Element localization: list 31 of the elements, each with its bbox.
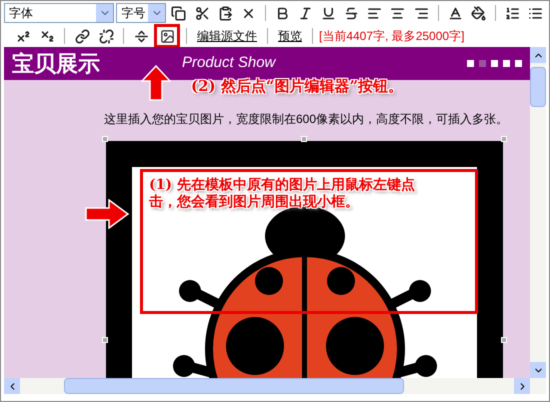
annotation-text: (1) 先在模板中原有的图片上用鼠标左键点击，您会看到图片周围出现小框。 xyxy=(149,177,416,211)
vertical-scrollbar[interactable] xyxy=(530,47,546,378)
banner-title: 宝贝展示 xyxy=(12,50,101,78)
character-counter: [当前4407字, 最多25000字] xyxy=(319,28,464,45)
scroll-left-icon[interactable] xyxy=(4,378,20,394)
annotation-text: (2) 然后点“图片编辑器”按钮。 xyxy=(191,76,404,97)
resize-handle[interactable] xyxy=(102,136,108,142)
banner-subtitle: Product Show xyxy=(182,53,277,74)
scroll-right-icon[interactable] xyxy=(514,378,530,394)
scroll-thumb[interactable] xyxy=(64,378,404,394)
resize-handle[interactable] xyxy=(102,337,108,343)
banner-square-icon xyxy=(515,60,522,67)
toolbar-link[interactable]: 编辑源文件 xyxy=(193,27,261,45)
horizontal-scrollbar[interactable] xyxy=(4,378,546,394)
up-arrow-icon xyxy=(141,65,171,101)
picture-icon xyxy=(160,28,174,44)
banner-square-icon xyxy=(467,60,474,67)
banner-square-icon xyxy=(503,60,510,67)
right-arrow-icon xyxy=(85,199,129,229)
scroll-down-icon[interactable] xyxy=(530,362,546,378)
banner-square-icon xyxy=(491,60,498,67)
intro-text: 这里插入您的宝贝图片，宽度限制在600像素以内，高度不限，可插入多张。 xyxy=(104,111,510,128)
toolbar-link[interactable]: 预览 xyxy=(274,27,306,45)
scroll-thumb[interactable] xyxy=(530,67,546,107)
scroll-up-icon[interactable] xyxy=(530,47,546,63)
resize-handle[interactable] xyxy=(501,337,507,343)
font-select[interactable]: 字体 xyxy=(4,3,114,23)
resize-handle[interactable] xyxy=(501,136,507,142)
banner-square-icon xyxy=(479,60,486,67)
resize-handle[interactable] xyxy=(301,136,307,142)
size-select[interactable]: 字号 xyxy=(116,3,166,23)
